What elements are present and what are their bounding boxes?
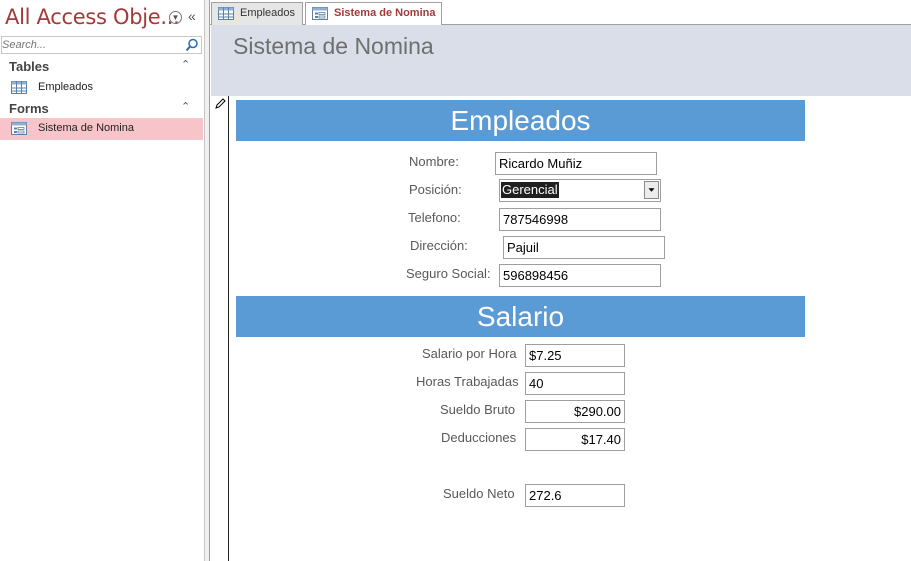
dropdown-arrow-icon[interactable] [644,181,659,199]
collapse-pane-icon[interactable]: « [188,8,196,24]
nav-group-forms[interactable]: Forms ⌃ [0,99,204,117]
tab-label: Empleados [240,7,296,19]
nav-item-sistema-de-nomina[interactable]: Sistema de Nomina [0,118,203,140]
section-header-salario: Salario [236,296,805,337]
collapse-group-icon[interactable]: ⌃ [181,58,190,71]
tab-empleados[interactable]: Empleados [211,2,303,25]
deducciones-label: Deducciones [441,430,517,445]
nav-menu-chevron-icon[interactable]: ▼ [169,11,182,24]
telefono-label: Telefono: [408,210,461,225]
deducciones-field[interactable]: $17.40 [525,428,625,451]
nav-search-input[interactable] [2,38,180,52]
seguro-social-field[interactable]: 596898456 [499,264,661,287]
tab-sistema-de-nomina[interactable]: Sistema de Nomina [305,2,442,26]
sueldo-neto-field[interactable]: 272.6 [525,484,625,507]
table-icon [218,7,234,20]
pane-splitter[interactable] [204,0,210,561]
form-icon [312,7,328,20]
nav-group-tables[interactable]: Tables ⌃ [0,57,204,75]
form-icon [11,122,27,135]
nav-group-label: Tables [9,59,50,74]
nombre-field[interactable]: Ricardo Muñiz [495,152,657,175]
seguro-social-label: Seguro Social: [406,266,491,281]
nav-item-label: Empleados [38,81,94,93]
posicion-label: Posición: [409,182,462,197]
sueldo-neto-label: Sueldo Neto [443,486,515,501]
nombre-label: Nombre: [409,154,459,169]
search-icon[interactable] [185,38,199,52]
table-icon [11,81,27,94]
form-title: Sistema de Nomina [233,33,434,59]
section-header-empleados: Empleados [236,100,805,141]
sueldo-bruto-field[interactable]: $290.00 [525,400,625,423]
record-selector[interactable] [211,96,229,561]
pencil-icon [215,98,226,109]
salario-por-hora-label: Salario por Hora [422,346,517,361]
sueldo-bruto-label: Sueldo Bruto [440,402,516,417]
telefono-field[interactable]: 787546998 [499,208,661,231]
collapse-group-icon[interactable]: ⌃ [181,100,190,113]
posicion-combobox[interactable]: Gerencial [499,179,661,202]
direccion-label: Dirección: [410,238,468,253]
nav-item-empleados[interactable]: Empleados [0,77,203,99]
nav-pane-title[interactable]: All Access Obje... [5,5,180,29]
nav-group-label: Forms [9,101,49,116]
direccion-field[interactable]: Pajuil [503,236,665,259]
salario-por-hora-field[interactable]: $7.25 [525,344,625,367]
posicion-selected-value: Gerencial [501,182,559,198]
nav-item-label: Sistema de Nomina [38,122,134,134]
tab-label: Sistema de Nomina [334,7,436,19]
horas-trabajadas-label: Horas Trabajadas [416,374,519,389]
horas-trabajadas-field[interactable]: 40 [525,372,625,395]
